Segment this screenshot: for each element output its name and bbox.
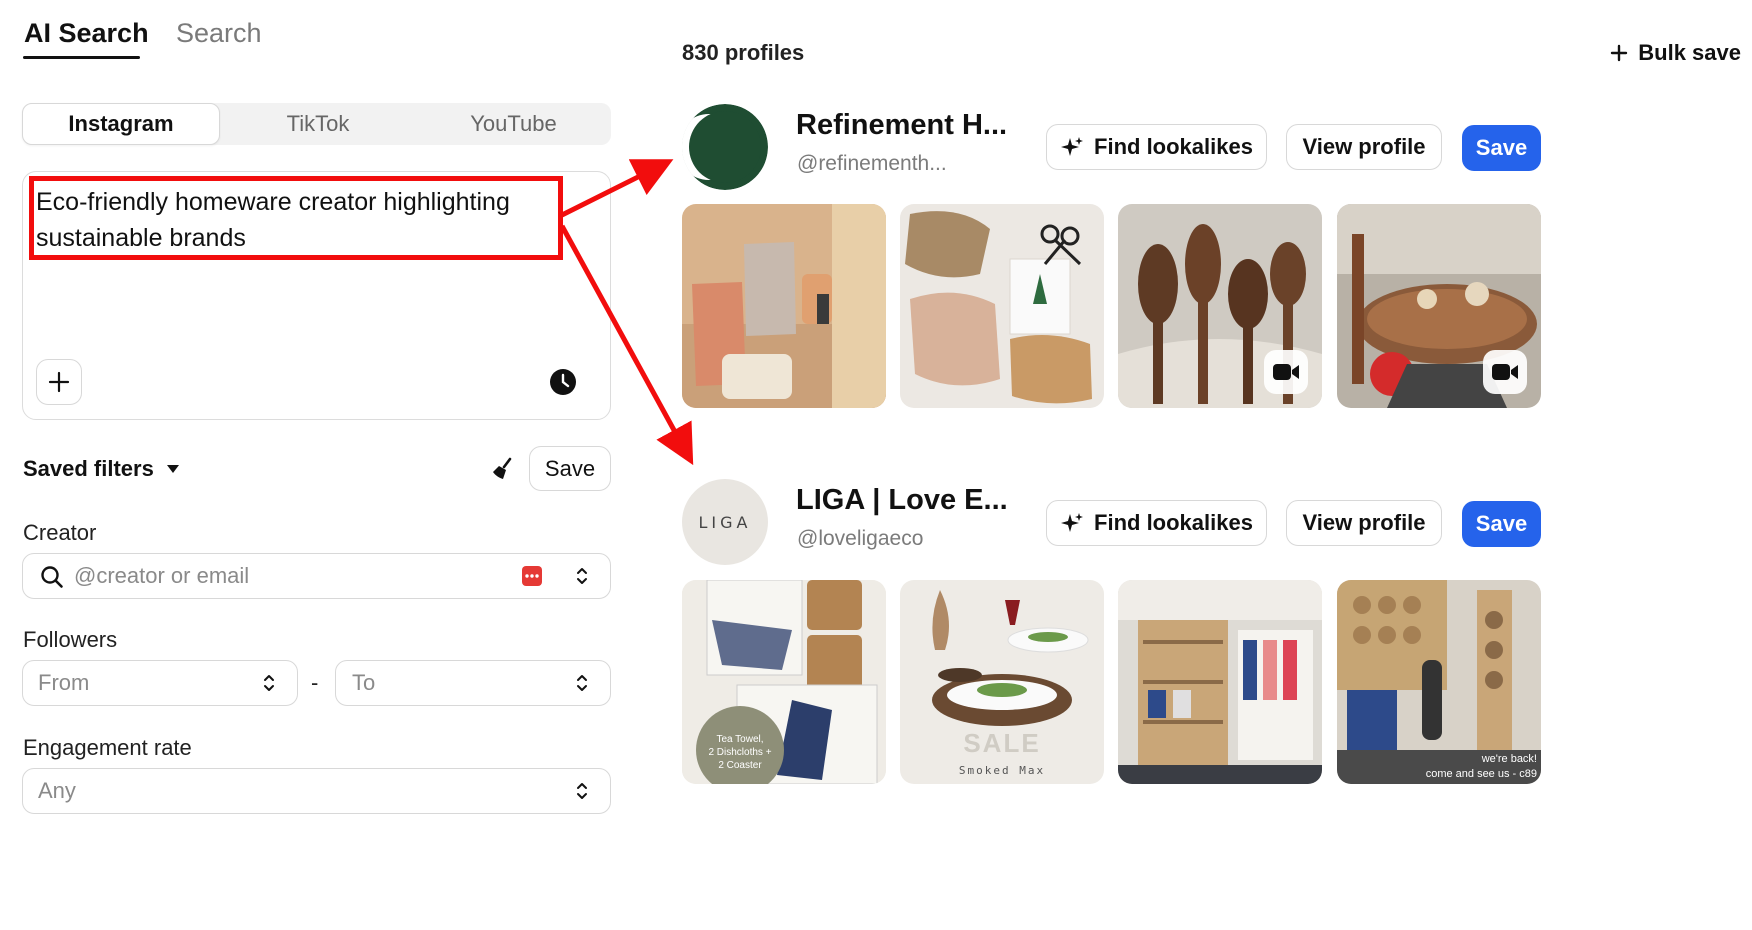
add-attachment-button[interactable] [36,359,82,405]
post-image [682,204,886,408]
platform-selector: Instagram TikTok YouTube [22,103,611,145]
bulk-save-button[interactable]: Bulk save [1610,40,1741,66]
avatar-logo-text: LIGA [698,512,752,532]
thumbnail-caption-line: come and see us - c89 [1425,768,1537,780]
video-camera-icon [1273,364,1299,380]
creator-name[interactable]: Refinement H... [796,109,1007,142]
thumbnail-subcaption: Smoked Max [958,764,1046,777]
avatar[interactable]: LIGA [682,479,768,565]
creator-label: Creator [23,520,97,545]
find-lookalikes-label: Find lookalikes [1094,134,1253,159]
creator-name[interactable]: LIGA | Love E... [796,484,1008,517]
platform-tab-tiktok[interactable]: TikTok [220,103,416,145]
find-lookalikes-button[interactable]: Find lookalikes [1046,500,1267,546]
plus-icon [1611,44,1628,62]
annotation-highlight-box [29,176,563,260]
clear-filters-broom-icon[interactable] [490,456,516,482]
results-count: 830 profiles [682,40,805,65]
chevron-updown-icon [577,675,587,691]
post-thumbnail[interactable]: Tea Towel, 2 Dishcloths + 2 Coaster [682,580,886,784]
sparkle-icon [1061,137,1084,156]
engagement-rate-select[interactable]: Any [22,768,611,814]
save-filters-button[interactable]: Save [529,446,611,491]
history-clock-icon[interactable] [549,368,577,396]
creator-search-field[interactable]: @creator or email [22,553,611,599]
post-thumbnail[interactable] [1118,580,1322,784]
save-profile-button[interactable]: Save [1462,125,1541,171]
avatar[interactable] [682,104,768,190]
engagement-rate-value: Any [38,778,76,803]
post-thumbnail[interactable] [1337,204,1541,408]
thumbnail-caption: SALE [963,728,1041,758]
thumbnail-badge-text: Tea Towel, 2 Dishcloths + 2 Coaster [708,734,772,771]
thumbnail-caption: we're back! come and see us - c89 [1397,752,1537,782]
followers-from-select[interactable]: From [22,660,298,706]
saved-filters-label: Saved filters [23,456,154,481]
platform-tab-instagram[interactable]: Instagram [22,103,220,145]
post-image [1118,580,1322,784]
post-thumbnail[interactable] [1118,204,1322,408]
chevron-updown-icon [577,783,587,799]
followers-label: Followers [23,627,118,652]
tab-ai-search[interactable]: AI Search [24,18,149,49]
caret-down-icon [166,465,179,473]
find-lookalikes-label: Find lookalikes [1094,510,1253,535]
post-thumbnail[interactable] [900,204,1104,408]
tab-search[interactable]: Search [176,18,262,49]
thumbnail-caption-line: we're back! [1481,753,1537,765]
bulk-save-label: Bulk save [1638,40,1741,65]
creator-handle: @refinementh... [797,152,947,175]
post-thumbnail[interactable] [682,204,886,408]
engagement-rate-label: Engagement rate [23,735,192,760]
followers-from-value: From [38,670,90,695]
range-separator: - [311,670,319,695]
creator-handle: @loveligaeco [797,527,924,550]
active-tab-indicator [23,56,140,59]
platform-tab-youtube[interactable]: YouTube [416,103,611,145]
chevron-updown-icon [264,675,274,691]
plus-icon [48,371,70,393]
video-camera-icon [1492,364,1518,380]
save-profile-button[interactable]: Save [1462,501,1541,547]
post-thumbnail[interactable]: SALE Smoked Max [900,580,1104,784]
password-manager-icon[interactable] [521,565,543,587]
post-thumbnail[interactable]: we're back! come and see us - c89 [1337,580,1541,784]
view-profile-button[interactable]: View profile [1286,124,1442,170]
find-lookalikes-button[interactable]: Find lookalikes [1046,124,1267,170]
crescent-logo [682,104,768,190]
creator-search-input[interactable]: @creator or email [74,563,249,589]
sparkle-icon [1061,513,1084,532]
post-image [900,204,1104,408]
view-profile-button[interactable]: View profile [1286,500,1442,546]
saved-filters-dropdown[interactable]: Saved filters [23,456,180,482]
followers-to-select[interactable]: To [335,660,611,706]
chevron-updown-icon [577,568,587,584]
search-icon [41,566,63,588]
video-badge [1483,350,1527,394]
video-badge [1264,350,1308,394]
followers-to-value: To [352,670,376,695]
